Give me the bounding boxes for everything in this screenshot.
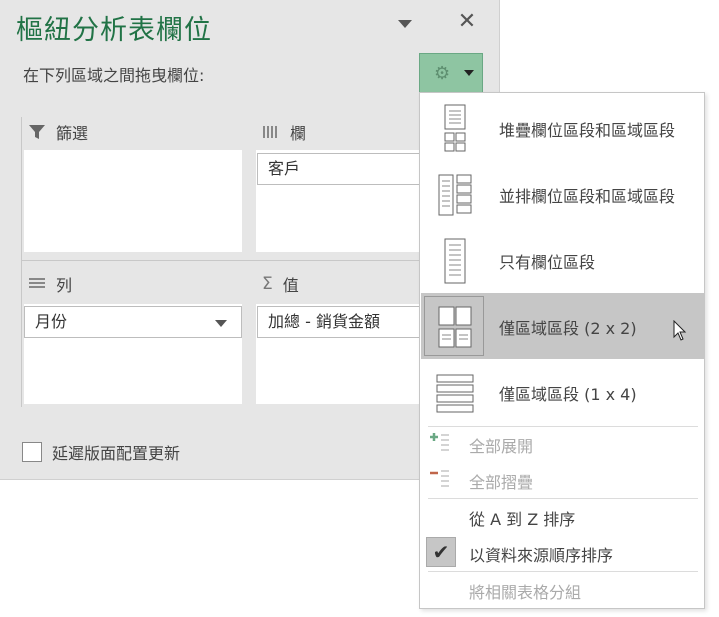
menu-item-expand-all[interactable]: 全部展開 bbox=[421, 426, 704, 460]
gear-icon: ⚙ bbox=[434, 63, 451, 84]
values-field-label: 加總 - 銷貨金額 bbox=[268, 312, 380, 331]
menu-item-sort-a-to-z[interactable]: 從 A 到 Z 排序 bbox=[421, 499, 704, 533]
defer-layout-update-label: 延遲版面配置更新 bbox=[52, 444, 181, 463]
menu-item-label: 僅區域區段 (2 x 2) bbox=[499, 319, 637, 338]
filter-icon bbox=[29, 125, 45, 139]
columns-field-label: 客戶 bbox=[268, 159, 301, 178]
fields-only-layout-icon bbox=[444, 238, 466, 284]
expand-all-icon bbox=[430, 433, 449, 451]
menu-item-label: 全部摺疊 bbox=[469, 473, 534, 492]
menu-item-fields-only-layout[interactable]: 只有欄位區段 bbox=[421, 227, 704, 293]
pane-options-chevron-down-icon[interactable] bbox=[398, 20, 412, 28]
values-field-chip[interactable]: 加總 - 銷貨金額 bbox=[257, 306, 419, 338]
filters-area-header: 篩選 bbox=[28, 120, 88, 144]
side-by-side-layout-icon bbox=[438, 174, 472, 216]
defer-layout-update[interactable]: 延遲版面配置更新 bbox=[22, 440, 180, 464]
menu-item-stacked-layout[interactable]: 堆疊欄位區段和區域區段 bbox=[421, 95, 704, 161]
checkmark-icon: ✔ bbox=[426, 537, 456, 567]
menu-item-label: 並排欄位區段和區域區段 bbox=[499, 187, 676, 206]
chevron-down-icon[interactable] bbox=[215, 320, 227, 327]
menu-item-label: 將相關表格分組 bbox=[469, 583, 582, 602]
values-area-header: Σ 值 bbox=[262, 272, 299, 296]
rows-area-label: 列 bbox=[56, 276, 73, 295]
menu-item-side-by-side-layout[interactable]: 並排欄位區段和區域區段 bbox=[421, 161, 704, 227]
collapse-all-icon bbox=[430, 470, 449, 487]
stacked-layout-icon bbox=[444, 104, 466, 152]
areas-1x4-layout-icon bbox=[436, 374, 474, 413]
columns-area-label: 欄 bbox=[290, 124, 307, 143]
filters-drop-area[interactable] bbox=[24, 150, 242, 252]
menu-item-label: 僅區域區段 (1 x 4) bbox=[499, 385, 637, 404]
menu-item-areas-2x2-layout[interactable]: 僅區域區段 (2 x 2) bbox=[421, 293, 704, 359]
filters-area-label: 篩選 bbox=[56, 124, 89, 143]
values-area-label: 值 bbox=[282, 276, 299, 295]
close-icon[interactable]: ✕ bbox=[455, 10, 479, 34]
menu-item-collapse-all[interactable]: 全部摺疊 bbox=[421, 462, 704, 496]
mouse-pointer-icon bbox=[673, 320, 687, 341]
defer-layout-update-checkbox[interactable] bbox=[22, 442, 42, 462]
tools-button[interactable]: ⚙ bbox=[419, 53, 483, 93]
menu-item-label: 以資料來源順序排序 bbox=[469, 546, 614, 565]
pane-title: 樞紐分析表欄位 bbox=[16, 15, 212, 46]
menu-item-sort-data-source-order[interactable]: ✔ 以資料來源順序排序 bbox=[421, 535, 704, 569]
pane-subtitle: 在下列區域之間拖曳欄位: bbox=[23, 66, 205, 85]
sigma-icon: Σ bbox=[262, 274, 273, 294]
menu-item-label: 只有欄位區段 bbox=[499, 253, 596, 272]
menu-item-label: 全部展開 bbox=[469, 437, 534, 456]
rows-field-chip[interactable]: 月份 bbox=[24, 306, 242, 338]
chevron-down-icon bbox=[464, 70, 474, 76]
areas-2x2-layout-icon bbox=[438, 306, 472, 348]
columns-area-header: 欄 bbox=[262, 120, 306, 144]
tools-dropdown-menu: 堆疊欄位區段和區域區段 並排欄位區段和區域區段 只有欄位區段 僅區域區段 (2 … bbox=[419, 92, 705, 609]
menu-item-label: 從 A 到 Z 排序 bbox=[469, 510, 576, 529]
menu-item-areas-1x4-layout[interactable]: 僅區域區段 (1 x 4) bbox=[421, 359, 704, 425]
rows-field-label: 月份 bbox=[35, 312, 68, 331]
rows-area-header: 列 bbox=[28, 272, 72, 296]
columns-field-chip[interactable]: 客戶 bbox=[257, 153, 419, 185]
menu-item-group-related-tables[interactable]: 將相關表格分組 bbox=[421, 572, 704, 606]
rows-icon bbox=[29, 278, 45, 288]
menu-item-label: 堆疊欄位區段和區域區段 bbox=[499, 121, 676, 140]
area-divider bbox=[22, 260, 482, 261]
columns-icon bbox=[263, 126, 277, 138]
